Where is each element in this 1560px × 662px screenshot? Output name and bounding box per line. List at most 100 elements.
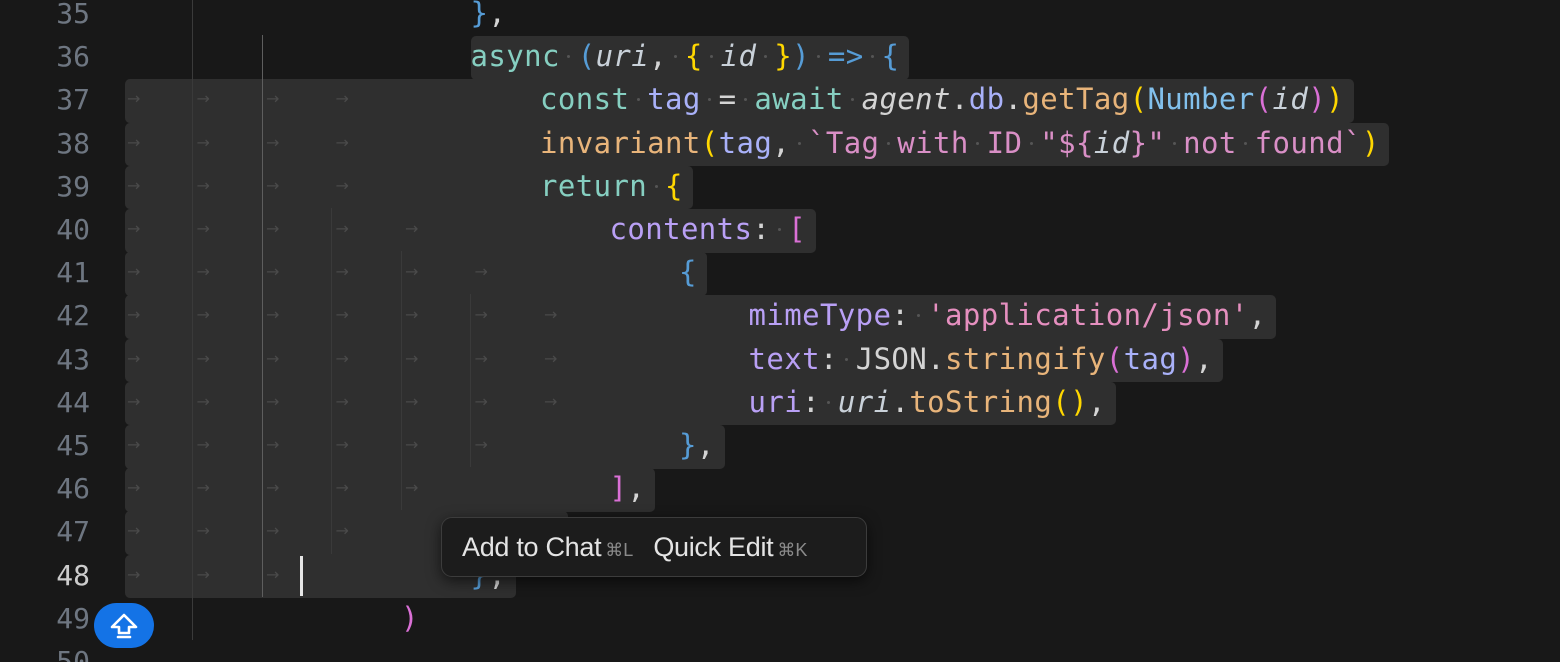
code-token: tag bbox=[1123, 341, 1178, 376]
scroll-to-top-button[interactable] bbox=[94, 603, 154, 648]
whitespace-dot bbox=[629, 78, 647, 121]
code-token: not bbox=[1183, 125, 1237, 160]
tab-marker: → bbox=[335, 391, 349, 411]
code-token: ) bbox=[401, 600, 419, 635]
tab-marker: → bbox=[474, 305, 488, 325]
tab-marker: → bbox=[405, 219, 419, 238]
code-token: : bbox=[819, 341, 838, 376]
code-token: uri bbox=[595, 39, 650, 74]
code-line[interactable]: const tag = await agent.db.getTag(Number… bbox=[540, 78, 1344, 121]
whitespace-dot bbox=[879, 122, 897, 165]
tab-marker: → bbox=[544, 305, 558, 325]
code-line[interactable]: }, bbox=[471, 0, 507, 35]
code-line[interactable]: }, bbox=[679, 424, 715, 467]
whitespace-dot bbox=[737, 78, 755, 121]
tab-marker: → bbox=[196, 89, 210, 109]
code-token: ) bbox=[1308, 82, 1327, 117]
code-line[interactable]: ) bbox=[401, 597, 419, 640]
tab-marker: → bbox=[127, 564, 141, 584]
whitespace-dot bbox=[909, 294, 927, 337]
tab-marker: → bbox=[335, 305, 349, 325]
code-token: () bbox=[1052, 384, 1088, 419]
line-number: 42 bbox=[56, 299, 90, 333]
tab-marker: → bbox=[127, 348, 141, 368]
code-token: const bbox=[540, 82, 630, 117]
code-token: found` bbox=[1254, 125, 1362, 160]
code-token: invariant bbox=[540, 125, 701, 160]
line-number: 38 bbox=[56, 126, 90, 160]
line-number: 37 bbox=[56, 83, 90, 117]
tab-marker: → bbox=[335, 435, 349, 454]
tab-marker: → bbox=[335, 348, 349, 368]
code-line[interactable]: return { bbox=[540, 165, 683, 208]
code-line[interactable]: { bbox=[679, 251, 697, 294]
code-line[interactable]: text: JSON.stringify(tag), bbox=[749, 338, 1214, 381]
code-token: id bbox=[1272, 82, 1309, 117]
tab-marker: → bbox=[474, 435, 488, 454]
whitespace-dot bbox=[703, 35, 721, 78]
code-token: tag bbox=[718, 125, 773, 160]
code-token: return bbox=[540, 168, 648, 203]
code-token: { bbox=[684, 39, 703, 74]
code-token: . bbox=[1004, 82, 1023, 117]
code-token: , bbox=[696, 428, 715, 462]
tab-marker: → bbox=[335, 262, 349, 282]
tab-marker: → bbox=[405, 262, 419, 282]
tab-marker: → bbox=[196, 175, 210, 195]
tab-marker: → bbox=[335, 89, 349, 109]
code-token: ( bbox=[1254, 82, 1273, 117]
code-token: db bbox=[968, 82, 1005, 117]
tab-marker: → bbox=[196, 262, 210, 282]
code-token: }" bbox=[1129, 125, 1166, 160]
code-token: mimeType bbox=[748, 298, 892, 333]
add-to-chat-button[interactable]: Add to Chat ⌘L bbox=[442, 532, 643, 563]
code-token: ( bbox=[1105, 341, 1124, 376]
tab-marker: → bbox=[474, 391, 488, 411]
code-line[interactable]: mimeType: 'application/json', bbox=[749, 294, 1267, 337]
tab-marker: → bbox=[266, 564, 280, 584]
whitespace-dot bbox=[756, 35, 774, 78]
code-token: ) bbox=[1361, 125, 1380, 160]
code-token: uri bbox=[837, 384, 892, 419]
code-token: text bbox=[748, 341, 820, 376]
tab-marker: → bbox=[127, 435, 141, 454]
whitespace-dot bbox=[969, 122, 987, 165]
tab-marker: → bbox=[127, 391, 141, 411]
tab-marker: → bbox=[544, 348, 558, 368]
code-token: , bbox=[627, 471, 646, 506]
tab-marker: → bbox=[474, 348, 488, 368]
line-number-gutter: 35 36 37 38 39 40 41 42 43 44 45 46 47 48 49 50 bbox=[0, 0, 90, 662]
tab-marker: → bbox=[196, 391, 210, 411]
code-token: Number bbox=[1147, 82, 1255, 117]
quick-edit-label: Quick Edit bbox=[653, 531, 774, 562]
line-number: 47 bbox=[56, 515, 90, 549]
code-line[interactable]: async (uri, { id }) => { bbox=[471, 35, 900, 78]
line-number: 41 bbox=[56, 256, 90, 290]
whitespace-dot bbox=[820, 381, 838, 424]
code-line[interactable]: uri: uri.toString(), bbox=[749, 381, 1106, 424]
code-token: "${ bbox=[1040, 125, 1094, 160]
indent-guide bbox=[192, 0, 193, 640]
whitespace-dot bbox=[844, 78, 862, 121]
quick-edit-button[interactable]: Quick Edit ⌘K bbox=[643, 532, 817, 563]
tab-marker: → bbox=[127, 305, 141, 325]
code-token: } bbox=[774, 39, 793, 74]
whitespace-dot bbox=[667, 35, 685, 78]
tab-marker: → bbox=[266, 262, 280, 282]
code-token: async bbox=[470, 39, 560, 74]
selection-band bbox=[125, 252, 707, 296]
code-token: : bbox=[802, 384, 820, 419]
tab-marker: → bbox=[127, 262, 141, 282]
tab-marker: → bbox=[335, 132, 349, 152]
code-token: ( bbox=[1129, 82, 1148, 117]
tab-marker: → bbox=[196, 132, 210, 152]
code-editor[interactable]: → → → → → → → → → → → → → → → → → → → → → → → → → → → → → → → → → → → → → → → →… bbox=[0, 0, 1560, 662]
tab-marker: → bbox=[266, 391, 280, 411]
code-token: , bbox=[488, 0, 507, 30]
code-token: id bbox=[720, 39, 757, 74]
indent-guide bbox=[400, 251, 402, 511]
code-token: : bbox=[752, 212, 771, 246]
code-line[interactable]: contents: [ bbox=[610, 208, 807, 251]
code-line[interactable]: ], bbox=[610, 467, 646, 510]
code-line[interactable]: invariant(tag, `Tag with ID "${id}" not … bbox=[540, 122, 1380, 165]
